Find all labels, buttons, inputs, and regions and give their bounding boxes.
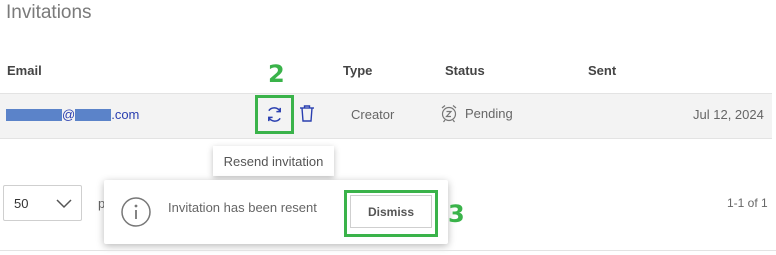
column-header-status: Status — [445, 63, 485, 78]
toast-message: Invitation has been resent — [168, 200, 317, 215]
info-icon-wrap — [120, 196, 152, 228]
annotation-step-3: 3 — [448, 200, 465, 228]
trash-icon — [300, 105, 314, 122]
alarm-clock-z-icon — [441, 105, 457, 123]
email-domain-suffix: .com — [111, 107, 140, 122]
divider — [0, 250, 776, 251]
page-title: Invitations — [6, 2, 92, 23]
redacted-email-domain — [75, 108, 112, 121]
dismiss-button[interactable]: Dismiss — [350, 195, 432, 228]
email-at: @ — [62, 107, 76, 122]
status-icon-wrap — [440, 104, 458, 123]
page-size-value: 50 — [14, 196, 29, 211]
delete-button[interactable] — [299, 104, 315, 123]
status-badge: Pending — [465, 106, 513, 121]
redacted-email-user — [6, 108, 62, 121]
info-circle-icon — [121, 197, 151, 227]
pagination-range: 1-1 of 1 — [727, 196, 768, 210]
annotation-step-2: 2 — [268, 60, 285, 88]
resend-button[interactable] — [265, 105, 284, 124]
column-header-email: Email — [7, 63, 42, 78]
email-link[interactable]: @ .com — [6, 107, 139, 122]
sent-date: Jul 12, 2024 — [693, 107, 764, 122]
refresh-icon — [268, 107, 281, 122]
page-size-select[interactable]: 50 — [3, 185, 82, 221]
invitation-type: Creator — [351, 107, 395, 122]
tooltip-text: Resend invitation — [223, 153, 324, 169]
column-header-type: Type — [343, 63, 373, 78]
resend-tooltip: Resend invitation — [213, 146, 334, 176]
column-header-sent: Sent — [588, 63, 617, 78]
chevron-down-icon — [56, 199, 72, 209]
